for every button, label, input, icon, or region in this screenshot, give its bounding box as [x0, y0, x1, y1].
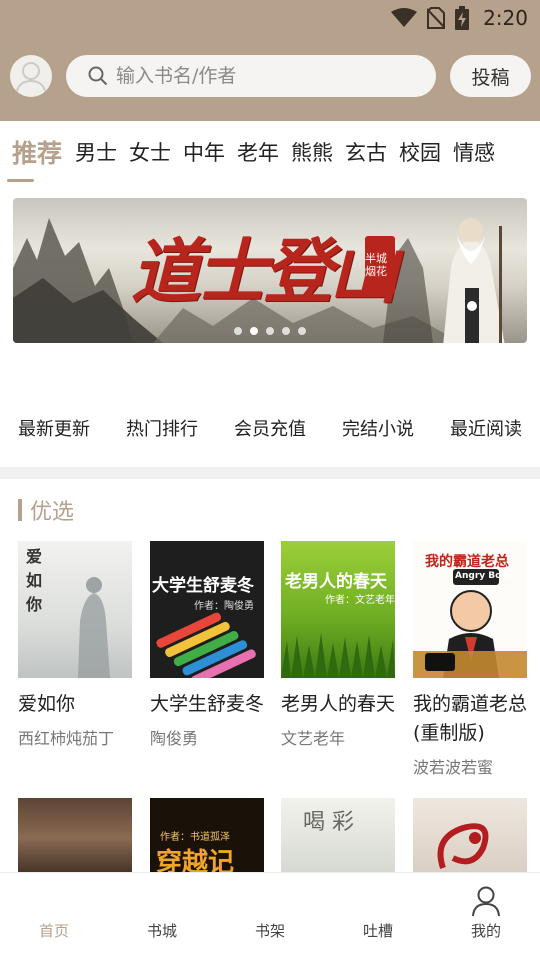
book-cover-title: 大学生舒麦冬 [152, 576, 254, 596]
banner-pagination [13, 327, 527, 335]
quick-latest-updates[interactable]: 最新更新 [18, 415, 90, 441]
quick-completed-novels[interactable]: 完结小说 [342, 415, 414, 441]
nav-home-label: 首页 [38, 922, 69, 940]
book-cover[interactable]: 爱 如 你 [18, 541, 132, 678]
nav-bookstore[interactable]: 书城 [108, 873, 216, 961]
book-title[interactable]: 我的霸道老总(重制版) [413, 690, 527, 748]
wifi-icon [391, 8, 418, 27]
status-bar: 2:20 [0, 0, 540, 36]
bottom-navigation: 首页 书城 书架 吐槽 我的 [0, 872, 540, 961]
promo-banner[interactable]: 道士登山 半城烟花 [13, 198, 527, 343]
taoist-figure-artwork [443, 218, 505, 343]
top-header: 2:20 投稿 [0, 0, 540, 121]
nav-bookshelf-label: 书架 [254, 922, 285, 940]
quick-hot-ranking[interactable]: 热门排行 [126, 415, 198, 441]
tab-men[interactable]: 男士 [75, 137, 117, 167]
book-card[interactable]: 老男人的春天 作者：文艺老年 老男人的春天 文艺老年 [281, 541, 395, 749]
nav-feedback[interactable]: 吐槽 [324, 873, 432, 961]
person-icon [472, 886, 500, 917]
book-card[interactable]: 爱 如 你 爱如你 西红柿炖茄丁 [18, 541, 132, 749]
tab-middle-age[interactable]: 中年 [183, 137, 225, 167]
book-cover[interactable] [18, 798, 132, 878]
banner-dot[interactable] [234, 327, 242, 335]
book-cover[interactable]: 大学生舒麦冬 作者：陶俊勇 [150, 541, 264, 678]
status-time: 2:20 [483, 6, 528, 30]
tab-campus[interactable]: 校园 [399, 137, 441, 167]
nav-bookshelf[interactable]: 书架 [216, 873, 324, 961]
featured-section-header: 优选 [18, 495, 74, 525]
book-cover[interactable]: 喝 彩 [281, 798, 395, 878]
user-avatar[interactable] [10, 55, 52, 97]
tab-women[interactable]: 女士 [129, 137, 171, 167]
search-input[interactable] [114, 64, 408, 88]
book-cover[interactable]: 作者：书道孤泽 穿越记 [150, 798, 264, 878]
book-card[interactable]: 大学生舒麦冬 作者：陶俊勇 大学生舒麦冬 陶俊勇 [150, 541, 264, 749]
book-cover[interactable]: 我的霸道老总 Angry Boss [413, 541, 527, 678]
battery-charging-icon [455, 6, 470, 30]
nav-profile-label: 我的 [470, 922, 501, 940]
tab-recommend[interactable]: 推荐 [12, 134, 62, 170]
quick-recent-reading[interactable]: 最近阅读 [450, 415, 522, 441]
book-cover-title: 爱 如 你 [26, 547, 43, 614]
tab-bear[interactable]: 熊熊 [291, 137, 333, 167]
banner-dot[interactable] [282, 327, 290, 335]
book-author: 西红柿炖茄丁 [18, 729, 115, 748]
book-title[interactable]: 爱如你 [18, 690, 132, 719]
cover-artwork [281, 633, 395, 678]
search-icon [88, 66, 108, 86]
tab-xuangu[interactable]: 玄古 [345, 137, 387, 167]
banner-dot[interactable] [298, 327, 306, 335]
book-cover-title: 喝 彩 [303, 810, 354, 835]
book-author: 波若波若蜜 [413, 758, 494, 777]
tab-elderly[interactable]: 老年 [237, 137, 279, 167]
section-accent-bar [18, 499, 22, 521]
cover-artwork [437, 823, 489, 869]
book-title[interactable]: 老男人的春天 [281, 690, 395, 719]
book-cover-title: 我的霸道老总 [425, 554, 509, 570]
featured-section-title: 优选 [30, 500, 75, 525]
search-box[interactable] [66, 55, 436, 97]
banner-seal-text: 半城烟花 [365, 252, 387, 278]
submit-manuscript-button[interactable]: 投稿 [450, 55, 531, 97]
active-tab-indicator [7, 179, 34, 182]
status-icons: 2:20 [391, 5, 528, 31]
nav-feedback-label: 吐槽 [362, 922, 393, 940]
book-author: 文艺老年 [281, 729, 346, 748]
no-sim-icon [427, 7, 446, 29]
cover-artwork [18, 798, 132, 878]
book-cover-author: 作者：陶俊勇 [194, 601, 254, 612]
banner-seal: 半城烟花 [365, 236, 395, 294]
category-tabs: 推荐 男士 女士 中年 老年 熊熊 玄古 校园 情感 [0, 121, 540, 187]
book-cover-subtitle: Angry Boss [455, 571, 513, 581]
nav-profile[interactable]: 我的 [432, 873, 540, 961]
tab-emotion[interactable]: 情感 [453, 137, 495, 167]
book-cover[interactable] [413, 798, 527, 878]
book-cover-author: 作者：文艺老年 [325, 595, 395, 606]
book-title[interactable]: 大学生舒麦冬 [150, 690, 264, 719]
section-divider [0, 467, 540, 479]
book-cover[interactable]: 老男人的春天 作者：文艺老年 [281, 541, 395, 678]
banner-dot[interactable] [250, 327, 258, 335]
book-author: 陶俊勇 [150, 729, 199, 748]
banner-title: 道士登山 [131, 230, 399, 313]
banner-dot[interactable] [266, 327, 274, 335]
nav-home[interactable]: 首页 [0, 873, 108, 961]
book-card[interactable]: 我的霸道老总 Angry Boss 我的霸道老总(重制版) 波若波若蜜 [413, 541, 527, 778]
nav-bookstore-label: 书城 [146, 922, 177, 940]
user-avatar-icon [15, 62, 47, 96]
quick-vip-recharge[interactable]: 会员充值 [234, 415, 306, 441]
book-cover-author: 作者：书道孤泽 [160, 832, 230, 843]
quick-links: 最新更新 热门排行 会员充值 完结小说 最近阅读 [0, 405, 540, 450]
book-cover-title: 老男人的春天 [285, 572, 387, 592]
